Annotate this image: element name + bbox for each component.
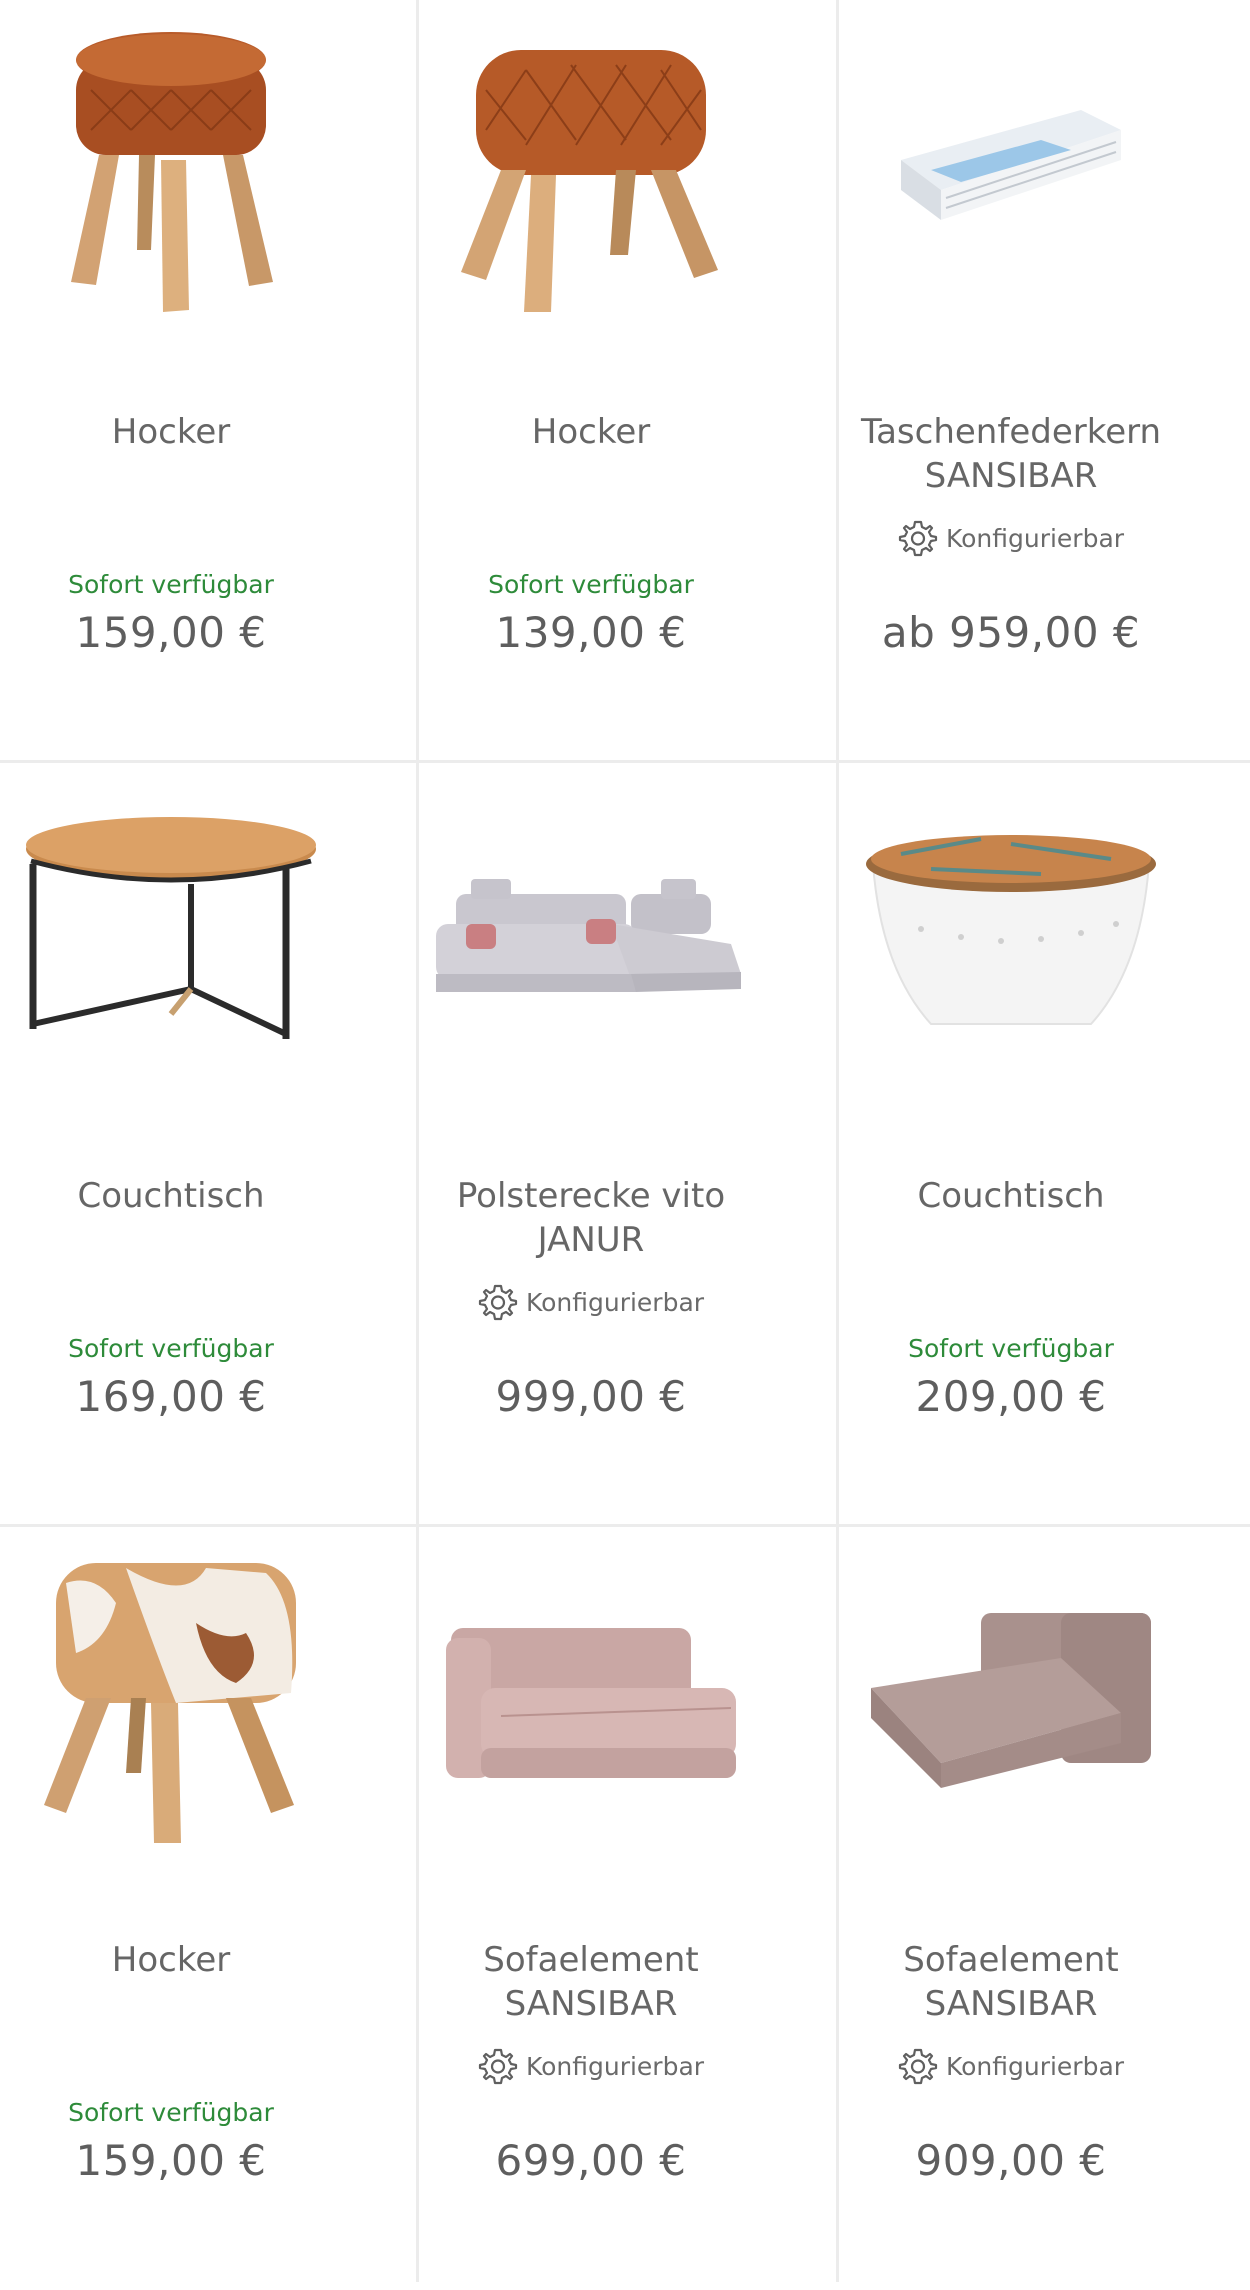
configurable-label: Konfigurierbar (525, 2051, 705, 2081)
product-card[interactable]: Couchtisch Sofort verfügbar 169,00 € (0, 764, 342, 1526)
product-card[interactable]: Sofaelement SANSIBAR Konfigurierbar 699,… (420, 1528, 762, 2290)
product-name-line: Couchtisch (77, 1176, 265, 1216)
product-image[interactable] (840, 1538, 1182, 1858)
product-name[interactable]: Couchtisch (0, 1174, 342, 1218)
configurable-badge: Konfigurierbar (840, 2046, 1182, 2086)
product-name[interactable]: Hocker (0, 1938, 342, 1982)
product-name[interactable]: Polsterecke vito JANUR (420, 1174, 762, 1262)
product-price: 909,00 € (915, 2136, 1107, 2185)
product-price: ab 959,00 € (881, 608, 1141, 657)
availability-status: Sofort verfügbar (68, 570, 274, 599)
product-name[interactable]: Hocker (0, 410, 342, 454)
configurable-label: Konfigurierbar (945, 2051, 1125, 2081)
configurable-label: Konfigurierbar (945, 523, 1125, 553)
product-name-line: Sofaelement (483, 1940, 699, 1980)
product-name-line: SANSIBAR (504, 1984, 678, 2024)
product-price: 169,00 € (75, 1372, 267, 1421)
product-price: 209,00 € (915, 1372, 1107, 1421)
product-price: 139,00 € (495, 608, 687, 657)
availability-status: Sofort verfügbar (488, 570, 694, 599)
product-image[interactable] (0, 774, 342, 1094)
gear-icon (898, 2048, 938, 2085)
product-name[interactable]: Sofaelement SANSIBAR (420, 1938, 762, 2026)
product-price: 699,00 € (495, 2136, 687, 2185)
configurable-badge: Konfigurierbar (420, 2046, 762, 2086)
gear-icon (478, 1284, 518, 1321)
product-card[interactable]: Hocker Sofort verfügbar 139,00 € (420, 0, 762, 762)
product-name-line: JANUR (537, 1220, 645, 1260)
gear-icon (478, 2048, 518, 2085)
product-name[interactable]: Taschenfederkern SANSIBAR (840, 410, 1182, 498)
configurable-badge: Konfigurierbar (420, 1282, 762, 1322)
product-card[interactable]: Hocker Sofort verfügbar 159,00 € (0, 1528, 342, 2290)
product-image[interactable] (420, 774, 762, 1094)
availability-status: Sofort verfügbar (908, 1334, 1114, 1363)
product-image[interactable] (840, 10, 1182, 330)
product-name-line: Couchtisch (917, 1176, 1105, 1216)
product-name-line: SANSIBAR (924, 1984, 1098, 2024)
product-name-line: Polsterecke vito (456, 1176, 726, 1216)
product-card[interactable]: Hocker Sofort verfügbar 159,00 € (0, 0, 342, 762)
product-name[interactable]: Sofaelement SANSIBAR (840, 1938, 1182, 2026)
product-card[interactable]: Sofaelement SANSIBAR Konfigurierbar 909,… (840, 1528, 1182, 2290)
availability-status: Sofort verfügbar (68, 2098, 274, 2127)
product-card[interactable]: Polsterecke vito JANUR Konfigurierbar 99… (420, 764, 762, 1526)
product-image[interactable] (0, 10, 342, 330)
product-name[interactable]: Hocker (420, 410, 762, 454)
column-divider (836, 0, 839, 2282)
product-image[interactable] (0, 1538, 342, 1858)
product-grid: Hocker Sofort verfügbar 159,00 € Hocker … (0, 0, 1250, 2282)
availability-status: Sofort verfügbar (68, 1334, 274, 1363)
product-name-line: SANSIBAR (924, 456, 1098, 496)
product-price: 159,00 € (75, 2136, 267, 2185)
product-image[interactable] (420, 10, 762, 330)
product-name-line: Hocker (111, 1940, 231, 1980)
product-name-line: Hocker (531, 412, 651, 452)
gear-icon (898, 520, 938, 557)
product-image[interactable] (420, 1538, 762, 1858)
product-card[interactable]: Couchtisch Sofort verfügbar 209,00 € (840, 764, 1182, 1526)
product-name-line: Sofaelement (903, 1940, 1119, 1980)
product-card[interactable]: Taschenfederkern SANSIBAR Konfigurierbar… (840, 0, 1182, 762)
product-name-line: Hocker (111, 412, 231, 452)
product-price: 159,00 € (75, 608, 267, 657)
column-divider (416, 0, 419, 2282)
configurable-badge: Konfigurierbar (840, 518, 1182, 558)
product-price: 999,00 € (495, 1372, 687, 1421)
product-name-line: Taschenfederkern (860, 412, 1162, 452)
product-image[interactable] (840, 774, 1182, 1094)
configurable-label: Konfigurierbar (525, 1287, 705, 1317)
product-name[interactable]: Couchtisch (840, 1174, 1182, 1218)
